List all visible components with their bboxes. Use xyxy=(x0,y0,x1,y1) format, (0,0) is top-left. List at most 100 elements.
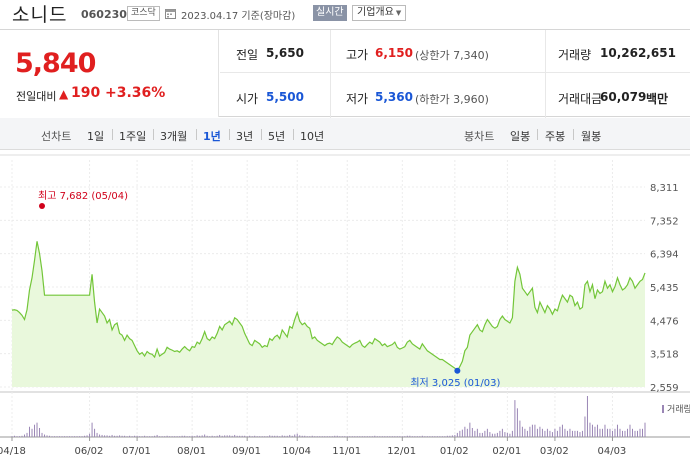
volume-bar xyxy=(406,435,408,437)
volume-bar xyxy=(296,433,298,437)
open-value: 5,500 xyxy=(266,90,304,104)
volume-bar xyxy=(146,436,148,437)
realtime-button[interactable]: 실시간 xyxy=(313,5,347,21)
volume-bar xyxy=(226,435,228,437)
volume-bar xyxy=(626,428,628,437)
volume-bar xyxy=(229,435,231,437)
x-tick-label: 04/03 xyxy=(597,446,626,457)
volume-bar xyxy=(256,436,258,437)
volume-bar xyxy=(61,436,63,437)
volume-bar xyxy=(69,436,71,437)
company-overview-dropdown[interactable]: 기업개요 ▼ xyxy=(352,5,407,21)
volume-bar xyxy=(321,436,323,437)
base-date: 2023.04.17 기준(장마감) xyxy=(181,11,296,22)
high-value: 6,150 xyxy=(375,46,413,60)
period-1d[interactable]: 1일 xyxy=(87,128,104,144)
volume-bar xyxy=(66,436,68,437)
low-value: 5,360 xyxy=(375,90,413,104)
volume-bar xyxy=(14,435,16,437)
volume-bar xyxy=(266,436,268,437)
volume-bar xyxy=(556,430,558,437)
volume-bar xyxy=(39,427,41,437)
period-1y[interactable]: 1년 xyxy=(203,128,221,144)
volume-bar xyxy=(316,436,318,437)
volume-bar xyxy=(534,424,536,437)
volume-bar xyxy=(644,422,646,437)
current-price-box: 5,840 전일대비 ▲ 190 +3.36% xyxy=(0,30,219,117)
current-price: 5,840 xyxy=(15,48,96,79)
volume-bar xyxy=(36,422,38,437)
volume-bar xyxy=(399,436,401,437)
volume-bar xyxy=(599,428,601,437)
candle-daily[interactable]: 일봉 xyxy=(510,128,530,144)
volume-bar xyxy=(209,436,211,437)
volume-bar xyxy=(541,428,543,437)
volume-bar xyxy=(641,428,643,437)
volume-bar xyxy=(639,428,641,437)
volume-bar xyxy=(334,435,336,437)
volume-bar xyxy=(99,434,101,437)
high-annotation: 최고 7,682 (05/04) xyxy=(38,190,128,202)
volume-bar xyxy=(79,436,81,437)
volume-bar xyxy=(246,436,248,437)
volume-bar xyxy=(561,424,563,437)
volume-bar xyxy=(44,434,46,437)
period-10y[interactable]: 10년 xyxy=(300,128,324,144)
volume-bar xyxy=(149,436,151,437)
candle-monthly[interactable]: 월봉 xyxy=(581,128,601,144)
volume-bar xyxy=(484,430,486,437)
divider xyxy=(261,129,262,140)
volume-bar xyxy=(496,432,498,437)
volume-bar xyxy=(171,436,173,437)
volume-bar xyxy=(196,435,198,437)
volume-bar xyxy=(504,432,506,437)
volume-bar xyxy=(254,435,256,437)
volume-bar xyxy=(291,435,293,437)
volume-bar xyxy=(54,436,56,437)
volume-bar xyxy=(474,430,476,437)
candle-weekly[interactable]: 주봉 xyxy=(545,128,565,144)
volume-bar xyxy=(59,436,61,437)
volume-bar xyxy=(279,436,281,437)
volume-bar xyxy=(366,436,368,437)
volume-bar xyxy=(564,428,566,437)
volume-bar xyxy=(619,428,621,437)
volume-bar xyxy=(609,428,611,437)
volume-bar xyxy=(596,424,598,437)
volume-bar xyxy=(631,428,633,437)
company-overview-label: 기업개요 xyxy=(357,7,394,18)
volume-bar xyxy=(244,435,246,437)
period-3m[interactable]: 3개월 xyxy=(160,128,187,144)
y-tick-label: 7,352 xyxy=(650,216,679,227)
volume-bar xyxy=(461,429,463,437)
volume-bar xyxy=(91,422,93,437)
volume-bar xyxy=(384,436,386,437)
high-marker xyxy=(39,203,45,209)
volume-bar xyxy=(579,432,581,437)
period-5y[interactable]: 5년 xyxy=(268,128,285,144)
volume-bar xyxy=(56,436,58,437)
volume-bar xyxy=(326,436,328,437)
volume-bar xyxy=(361,436,363,437)
volume-bar xyxy=(354,436,356,437)
period-3y[interactable]: 3년 xyxy=(236,128,253,144)
volume-bar xyxy=(494,433,496,437)
period-1w[interactable]: 1주일 xyxy=(119,128,146,144)
volume-bar xyxy=(126,436,128,437)
volume-bar xyxy=(421,435,423,437)
volume-bar xyxy=(204,434,206,437)
volume-bar xyxy=(199,435,201,437)
diff-value: 190 xyxy=(71,85,101,101)
volume-bar xyxy=(584,416,586,437)
volume-legend-label: 거래량 xyxy=(667,403,690,415)
low-marker xyxy=(454,367,461,374)
volume-bar xyxy=(486,428,488,437)
volume-bar xyxy=(259,436,261,437)
x-tick-label: 08/01 xyxy=(177,446,206,457)
divider xyxy=(229,129,230,140)
volume-bar xyxy=(174,436,176,437)
volume-bar xyxy=(241,435,243,437)
volume-bar xyxy=(489,432,491,437)
volume-bar xyxy=(499,430,501,437)
volume-bar xyxy=(284,435,286,437)
